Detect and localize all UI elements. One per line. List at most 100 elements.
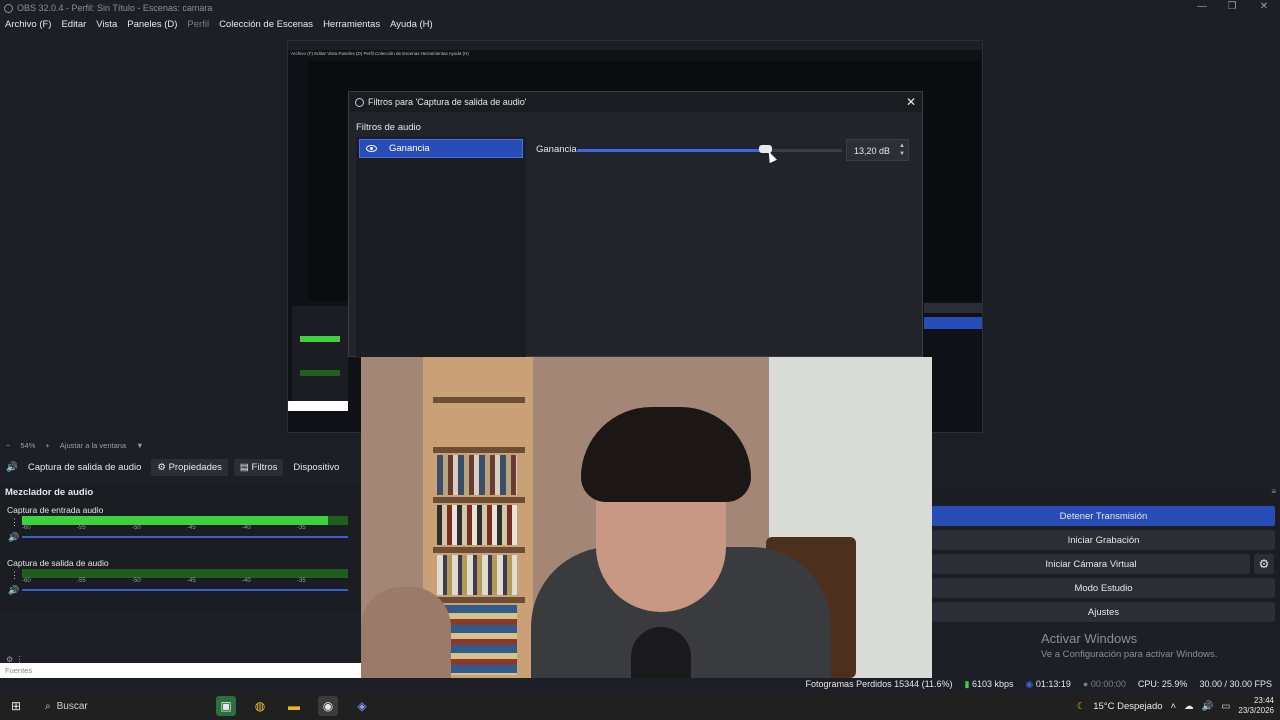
zoom-value: 54% [20, 440, 36, 450]
settings-button[interactable]: Ajustes [932, 602, 1275, 622]
task-manager-icon[interactable]: ▣ [216, 696, 236, 716]
controls-dock: ≡ Detener Transmisión Iniciar Grabación … [932, 486, 1280, 626]
status-bar: Fotogramas Perdidos 15344 (11.6%) ▮ 6103… [686, 677, 1280, 691]
zoom-bar: − 54% + Ajustar a la ventana ▼ [0, 438, 287, 452]
nested-active-button [924, 317, 982, 329]
gear-icon: ⚙ [157, 461, 169, 473]
speaker-icon: 🔊 [6, 461, 18, 473]
menu-vista[interactable]: Vista [96, 19, 117, 30]
start-virtualcam-button[interactable]: Iniciar Cámara Virtual [932, 554, 1250, 574]
start-record-button[interactable]: Iniciar Grabación [932, 530, 1275, 550]
filter-item-ganancia[interactable]: Ganancia [359, 139, 523, 158]
obs-logo-icon [355, 97, 364, 107]
taskbar-search[interactable]: ⌕ Buscar [39, 695, 209, 717]
audio-mixer: Mezclador de audio Captura de entrada au… [0, 483, 360, 613]
volume-slider[interactable] [22, 536, 348, 538]
menu-perfil[interactable]: Perfil [187, 19, 209, 30]
source-toolbar: 🔊 Captura de salida de audio ⚙ Propiedad… [0, 457, 360, 477]
properties-button[interactable]: ⚙ Propiedades [151, 458, 228, 476]
stream-icon: ◉ [1025, 678, 1034, 689]
volume-slider[interactable] [22, 589, 348, 591]
sources-dock: Fuentes [0, 663, 361, 678]
gain-slider-fill [577, 149, 766, 152]
stream-time: ◉ 01:13:19 [1025, 678, 1071, 689]
zoom-in-icon[interactable]: + [45, 441, 49, 450]
record-time: ● 00:00:00 [1082, 679, 1126, 689]
device-label: Dispositivo [293, 461, 340, 473]
dropped-frames: Fotogramas Perdidos 15344 (11.6%) [805, 679, 953, 689]
maximize-button[interactable]: ❐ [1216, 0, 1248, 14]
weather-icon: ☾ [1076, 700, 1086, 712]
cpu-usage: CPU: 25.9% [1137, 679, 1188, 689]
battery-icon[interactable]: ▭ [1221, 701, 1230, 712]
window-title: OBS 32.0.4 - Perfil: Sin Título - Escena… [17, 3, 213, 13]
volume-icon[interactable]: 🔊 [1202, 701, 1214, 712]
gain-spinbox[interactable]: 13,20 dB ▲ ▼ [846, 139, 909, 161]
speaker-icon[interactable]: 🔊 [8, 585, 19, 596]
windows-start-icon[interactable]: ⊞ [6, 696, 26, 716]
obs-logo-icon [4, 3, 13, 13]
menu-dots-icon[interactable]: ⋮ [10, 517, 19, 528]
menu-editar[interactable]: Editar [61, 19, 86, 30]
menu-coleccion-escenas[interactable]: Colección de Escenas [219, 19, 313, 30]
nested-menu-bar: Archivo (F) Editar Vista Paneles (D) Per… [291, 51, 469, 56]
eye-icon[interactable] [366, 145, 377, 152]
discord-icon[interactable]: ◈ [352, 696, 372, 716]
activation-text: Ve a Configuración para activar Windows. [1041, 649, 1218, 660]
fps: 30.00 / 30.00 FPS [1199, 679, 1272, 689]
menu-bar: Archivo (F) Editar Vista Paneles (D) Per… [0, 16, 1280, 32]
menu-ayuda[interactable]: Ayuda (H) [390, 19, 433, 30]
mixer-title: Mezclador de audio [5, 487, 94, 498]
fit-window-label[interactable]: Ajustar a la ventana [60, 441, 126, 450]
network-icon[interactable]: ☁ [1184, 701, 1194, 712]
title-bar: OBS 32.0.4 - Perfil: Sin Título - Escena… [0, 0, 1280, 16]
filters-button[interactable]: ▤ Filtros [233, 458, 284, 476]
file-explorer-icon[interactable]: ▬ [284, 696, 304, 716]
system-tray: ☾ 15°C Despejado ˄ ☁ 🔊 ▭ 23:44 23/3/2026 [1077, 692, 1274, 720]
dialog-title: Filtros para 'Captura de salida de audio… [368, 97, 527, 107]
menu-paneles[interactable]: Paneles (D) [127, 19, 177, 30]
speaker-icon[interactable]: 🔊 [8, 532, 19, 543]
close-window-button[interactable]: ✕ [1248, 0, 1280, 14]
nested-sources [288, 401, 348, 411]
clock[interactable]: 23:44 23/3/2026 [1238, 696, 1274, 716]
obs-taskbar-icon[interactable]: ◉ [318, 696, 338, 716]
nested-meter [300, 336, 340, 342]
nested-mixer [292, 306, 348, 404]
clock-date: 23/3/2026 [1238, 706, 1274, 715]
windows-activation-watermark: Activar Windows Ve a Configuración para … [1041, 631, 1217, 660]
bitrate: ▮ 6103 kbps [964, 678, 1014, 689]
virtualcam-settings-gear-icon[interactable]: ⚙ [1254, 554, 1274, 574]
volume-meter [22, 516, 348, 525]
studio-mode-button[interactable]: Modo Estudio [932, 578, 1275, 598]
stop-stream-button[interactable]: Detener Transmisión [932, 506, 1275, 526]
close-icon[interactable]: ✕ [906, 95, 916, 109]
audio-filters-label: Filtros de audio [356, 122, 421, 133]
record-icon: ● [1082, 679, 1089, 689]
filters-dialog: Filtros para 'Captura de salida de audio… [348, 91, 923, 358]
filter-icon: ▤ [239, 461, 252, 473]
spin-arrows-icon[interactable]: ▲ ▼ [899, 142, 905, 158]
gain-slider[interactable] [577, 145, 842, 153]
menu-herramientas[interactable]: Herramientas [323, 19, 380, 30]
dialog-title-bar: Filtros para 'Captura de salida de audio… [349, 92, 922, 112]
zoom-out-icon[interactable]: − [6, 441, 10, 450]
tray-chevron-icon[interactable]: ˄ [1171, 701, 1177, 712]
taskbar-search-label: Buscar [56, 700, 88, 712]
weather-text[interactable]: 15°C Despejado [1093, 701, 1162, 712]
search-icon: ⌕ [45, 700, 51, 712]
channel-name: Captura de salida de audio [7, 558, 109, 568]
gain-label: Ganancia [536, 144, 577, 155]
chrome-icon[interactable]: ◍ [250, 696, 270, 716]
chevron-down-icon[interactable]: ▼ [136, 441, 143, 450]
dock-menu-icon[interactable]: ≡ [1271, 487, 1276, 496]
source-name: Captura de salida de audio [27, 461, 142, 473]
taskbar: ⊞ ⌕ Buscar ▣ ◍ ▬ ◉ ◈ ☾ 15°C Despejado ˄ … [0, 692, 1280, 720]
menu-archivo[interactable]: Archivo (F) [5, 19, 51, 30]
signal-icon: ▮ [964, 678, 970, 689]
channel-name: Captura de entrada audio [7, 505, 104, 515]
activation-title: Activar Windows [1041, 631, 1138, 646]
minimize-button[interactable]: — [1186, 0, 1218, 14]
nested-panel [924, 303, 982, 313]
menu-dots-icon[interactable]: ⋮ [10, 570, 19, 581]
